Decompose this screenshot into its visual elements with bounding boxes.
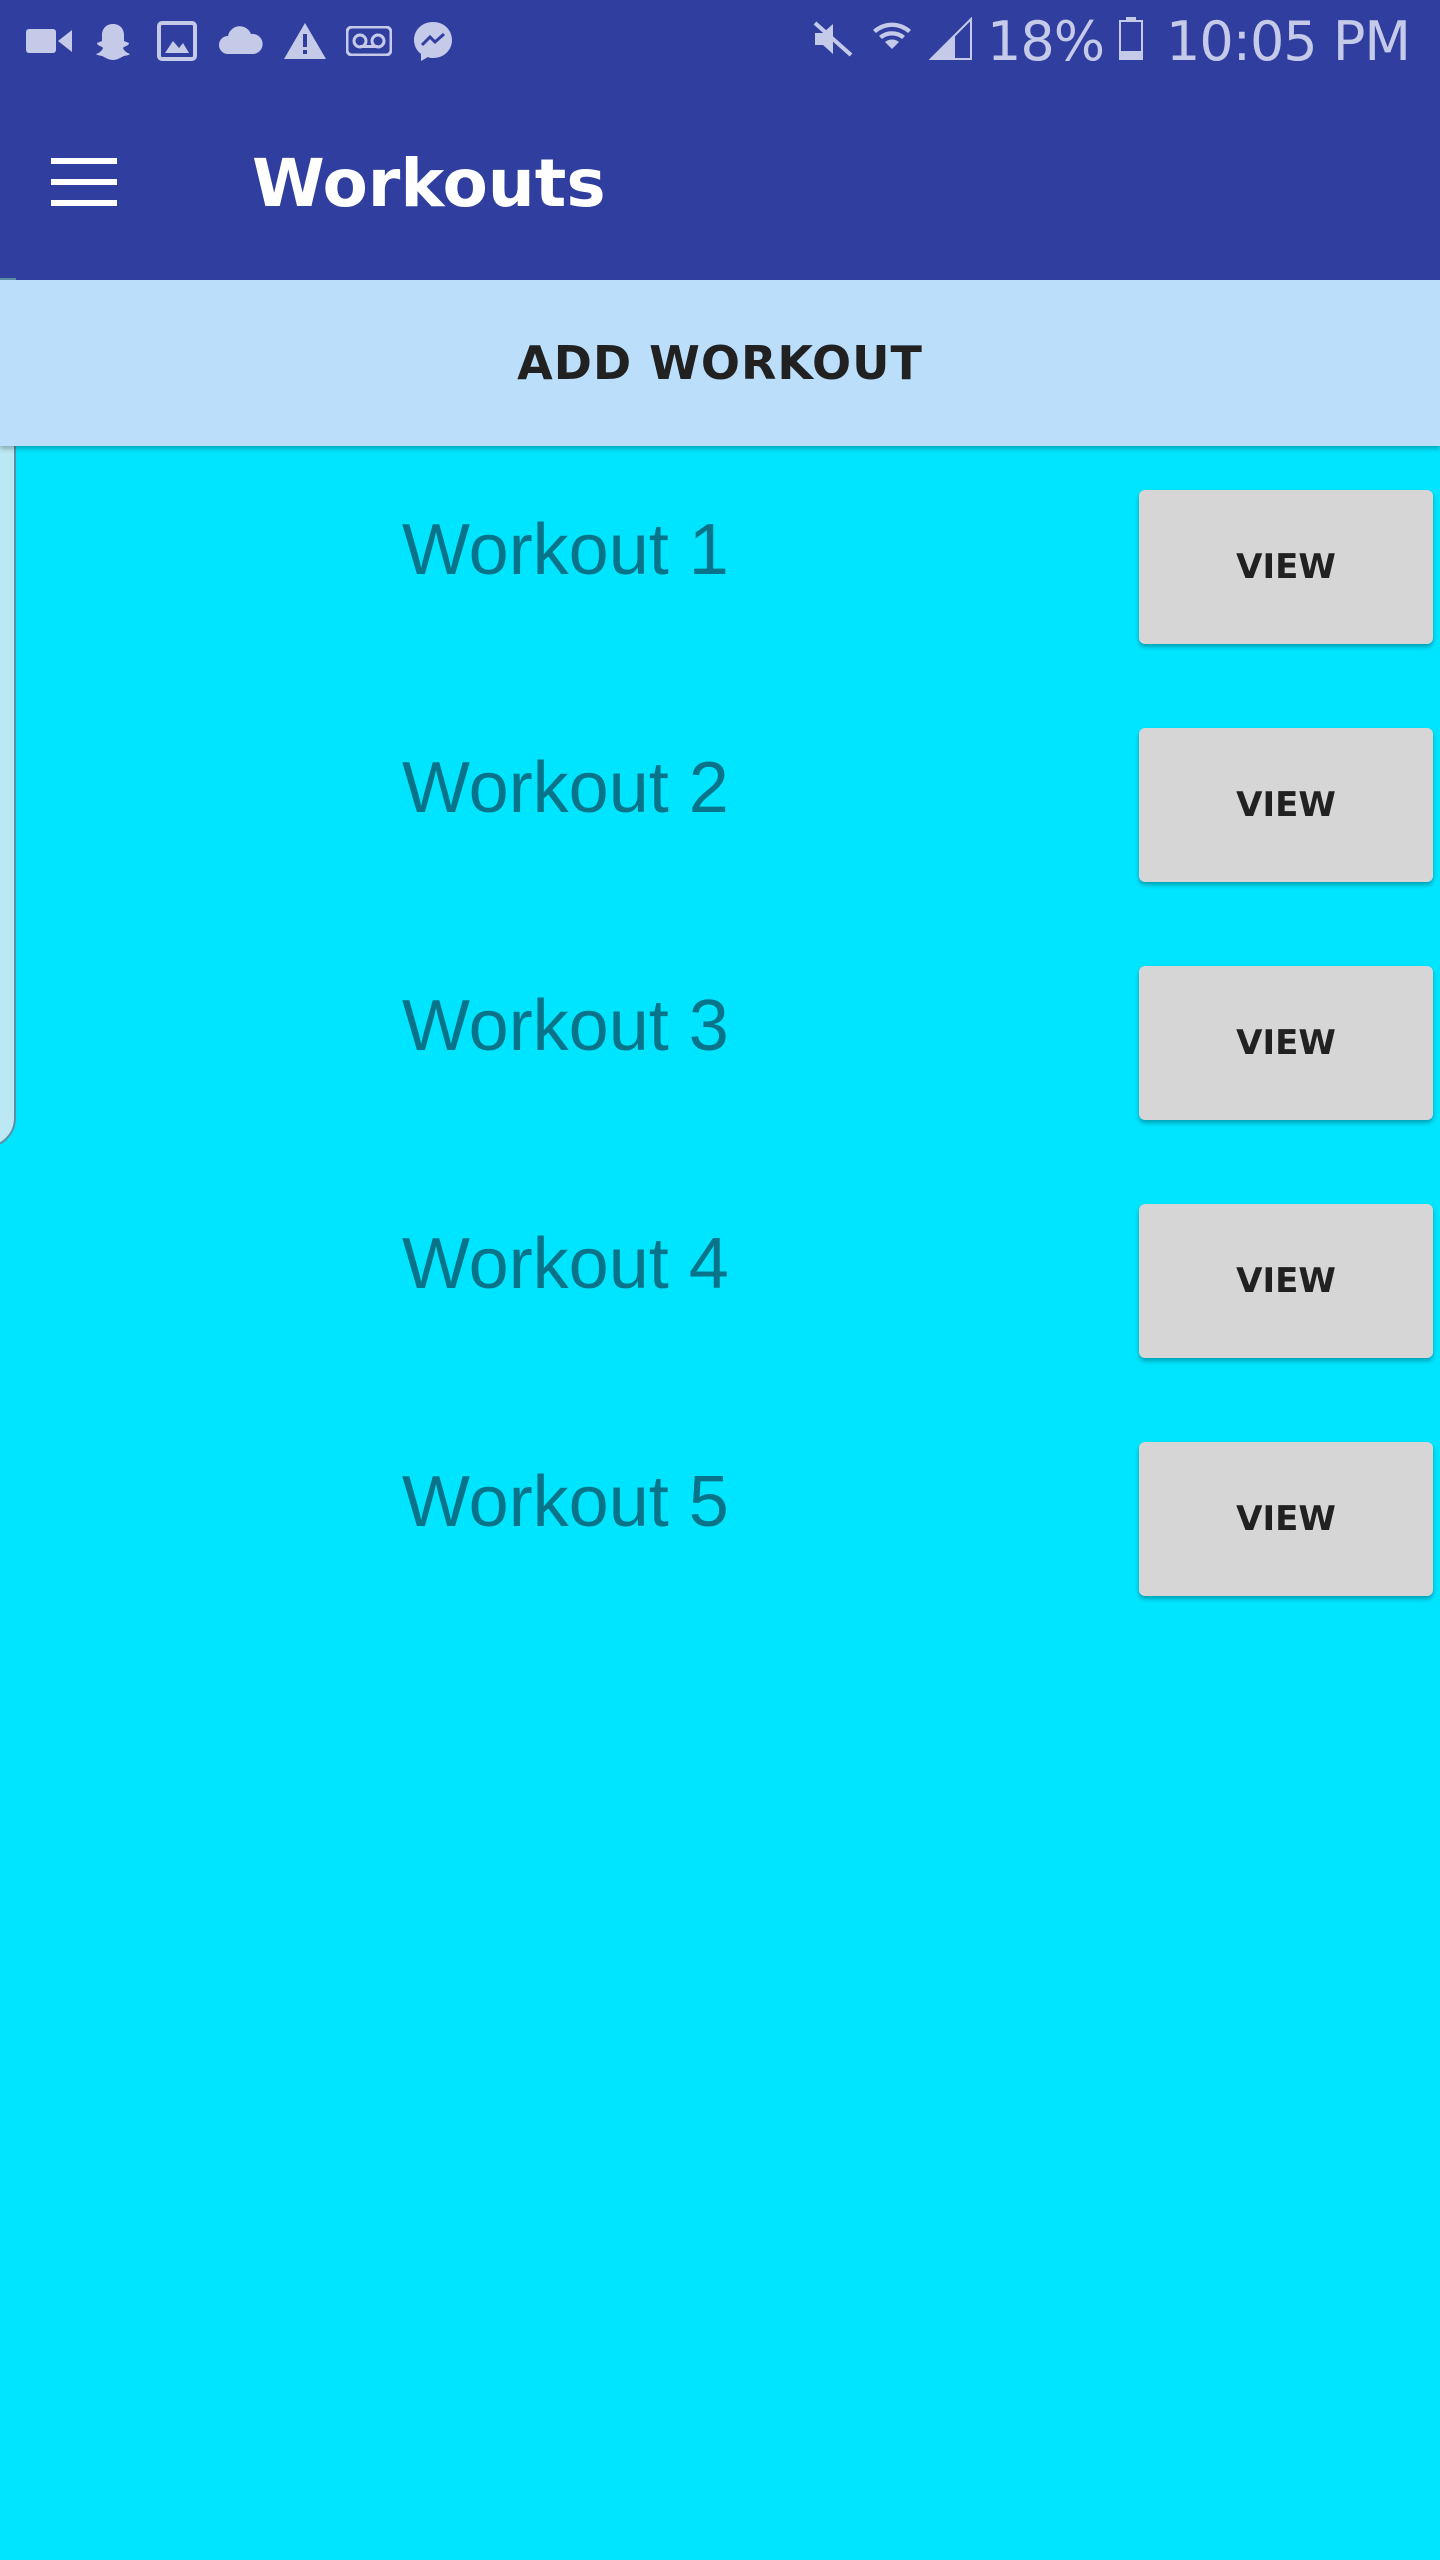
- status-bar: 18% 10:05 PM: [0, 0, 1440, 82]
- wifi-icon: [869, 16, 915, 66]
- clock: 10:05 PM: [1166, 9, 1411, 73]
- workout-name: Workout 3: [402, 986, 729, 1066]
- view-button-label: VIEW: [1236, 1023, 1336, 1063]
- view-button-label: VIEW: [1236, 1261, 1336, 1301]
- voicemail-icon: [346, 18, 392, 64]
- list-item: Workout 4 VIEW: [0, 1160, 1440, 1358]
- workout-name: Workout 4: [402, 1224, 729, 1304]
- messenger-icon: [410, 18, 456, 64]
- warning-icon: [282, 18, 328, 64]
- list-item: Workout 3 VIEW: [0, 922, 1440, 1120]
- view-workout-4-button[interactable]: VIEW: [1139, 1204, 1433, 1358]
- video-camera-icon: [26, 18, 72, 64]
- view-button-label: VIEW: [1236, 1499, 1336, 1539]
- image-icon: [154, 18, 200, 64]
- view-button-label: VIEW: [1236, 547, 1336, 587]
- view-button-label: VIEW: [1236, 785, 1336, 825]
- workout-name: Workout 2: [402, 748, 729, 828]
- mute-icon: [811, 19, 855, 63]
- hamburger-menu-icon[interactable]: [36, 134, 132, 230]
- list-item: Workout 1 VIEW: [0, 446, 1440, 644]
- list-item: Workout 2 VIEW: [0, 684, 1440, 882]
- add-workout-label: ADD WORKOUT: [517, 336, 923, 390]
- workout-name: Workout 1: [402, 510, 729, 590]
- view-workout-5-button[interactable]: VIEW: [1139, 1442, 1433, 1596]
- view-workout-2-button[interactable]: VIEW: [1139, 728, 1433, 882]
- signal-icon: [928, 16, 973, 65]
- notification-icons: [26, 18, 456, 64]
- battery-icon: [1118, 17, 1144, 65]
- list-item: Workout 5 VIEW: [0, 1398, 1440, 1596]
- snapchat-icon: [90, 18, 136, 64]
- battery-percent: 18%: [987, 9, 1105, 73]
- add-workout-button[interactable]: ADD WORKOUT: [0, 280, 1440, 446]
- app-bar: Workouts: [0, 82, 1440, 280]
- page-title: Workouts: [252, 145, 606, 222]
- view-workout-3-button[interactable]: VIEW: [1139, 966, 1433, 1120]
- system-status: 18% 10:05 PM: [811, 0, 1411, 82]
- cloud-icon: [218, 18, 264, 64]
- view-workout-1-button[interactable]: VIEW: [1139, 490, 1433, 644]
- workout-name: Workout 5: [402, 1462, 729, 1542]
